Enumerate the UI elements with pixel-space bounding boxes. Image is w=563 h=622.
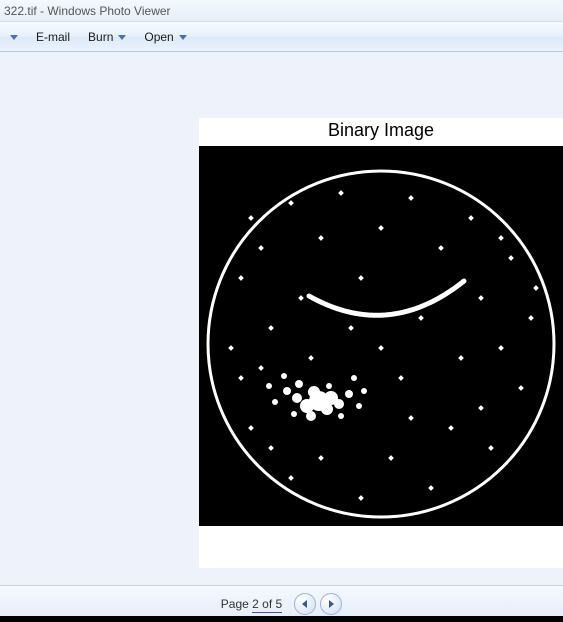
nav-button-group [294,593,342,615]
toolbar-item-label: E-mail [36,30,70,44]
toolbar: E-mail Burn Open [0,22,563,52]
image-title: Binary Image [199,118,563,146]
toolbar-email[interactable]: E-mail [36,30,70,44]
page-of: of [259,597,276,611]
chevron-down-icon [10,33,18,41]
window-title: 322.tif - Windows Photo Viewer [4,4,171,18]
window-titlebar: 322.tif - Windows Photo Viewer [0,0,563,22]
image-preview: Binary Image [199,118,563,568]
viewer-area: Binary Image [0,52,563,585]
toolbar-open[interactable]: Open [144,30,186,44]
page-total: 5 [276,597,283,611]
toolbar-leading-dropdown[interactable] [10,33,18,41]
toolbar-item-label: Burn [88,30,113,44]
chevron-down-icon [118,33,126,41]
prev-page-button[interactable] [294,593,316,615]
toolbar-item-label: Open [144,30,173,44]
page-label-prefix: Page [221,597,252,611]
footer-bar: Page 2 of 5 [0,585,563,622]
toolbar-burn[interactable]: Burn [88,30,126,44]
triangle-left-icon [300,599,310,609]
binary-image-graphic [199,146,563,526]
page-current: 2 [252,597,259,611]
page-indicator: Page 2 of 5 [221,597,282,611]
chevron-down-icon [179,33,187,41]
next-page-button[interactable] [320,593,342,615]
triangle-right-icon [326,599,336,609]
footer-black-strip [0,616,563,622]
image-content [199,146,563,526]
